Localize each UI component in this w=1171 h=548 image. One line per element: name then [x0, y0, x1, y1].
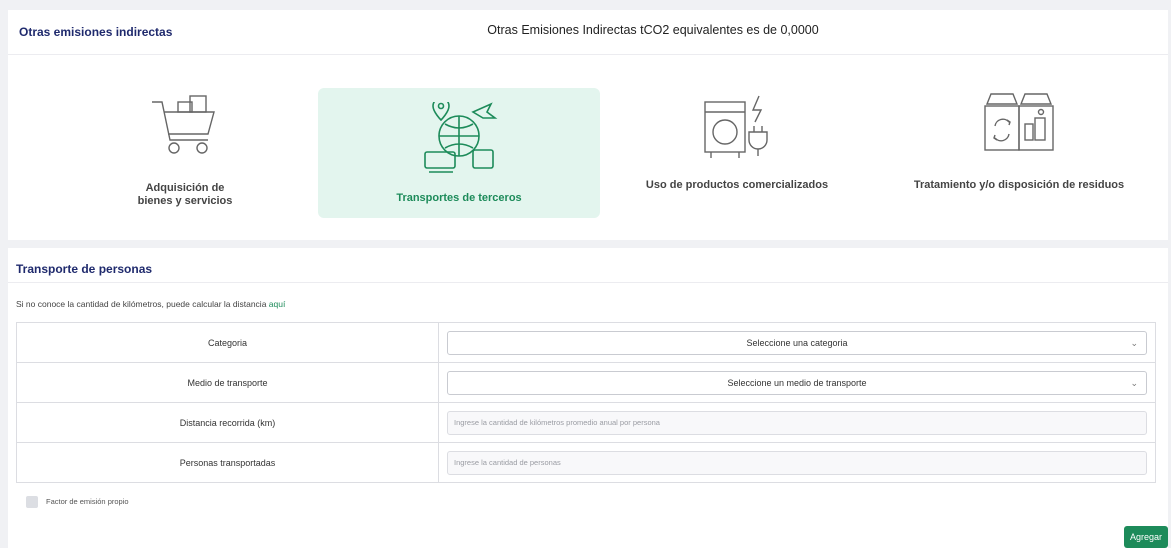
hint-text: Si no conoce la cantidad de kilómetros, …	[16, 299, 269, 309]
recycling-bins-icon	[984, 93, 1054, 151]
page: Otras emisiones indirectas Otras Emision…	[0, 0, 1171, 548]
option-label: Uso de productos comercializados	[645, 179, 829, 191]
option-label: Adquisición de	[145, 182, 225, 194]
calculate-distance-link[interactable]: aquí	[269, 299, 286, 309]
form-row-personas: Personas transportadas Ingrese la cantid…	[16, 442, 1156, 483]
option-label: Transportes de terceros	[396, 192, 522, 204]
card-header: Otras emisiones indirectas Otras Emision…	[8, 10, 1168, 55]
option-label: Tratamiento y/o disposición de residuos	[913, 179, 1125, 191]
checkbox-label: Factor de emisión propio	[46, 496, 129, 506]
option-residuos[interactable]: Tratamiento y/o disposición de residuos	[878, 88, 1160, 216]
personas-input[interactable]: Ingrese la cantidad de personas	[447, 450, 1147, 475]
chevron-down-icon: ⌄	[1130, 377, 1138, 388]
option-transportes[interactable]: Transportes de terceros	[318, 88, 600, 218]
distancia-input[interactable]: Ingrese la cantidad de kilómetros promed…	[447, 410, 1147, 435]
section-header: Transporte de personas	[8, 248, 1168, 283]
option-adquisicion[interactable]: Adquisición de bienes y servicios	[44, 88, 326, 216]
chevron-down-icon: ⌄	[1130, 337, 1138, 348]
medio-transporte-select[interactable]: Seleccione un medio de transporte ⌄	[447, 370, 1147, 395]
form-row-medio: Medio de transporte Seleccione un medio …	[16, 362, 1156, 403]
agregar-button[interactable]: Agregar	[1124, 526, 1168, 548]
washing-machine-plug-icon	[704, 95, 768, 158]
personas-label: Personas transportadas	[16, 442, 439, 483]
factor-checkbox-row: Factor de emisión propio	[26, 496, 129, 508]
factor-emision-checkbox[interactable]	[26, 496, 38, 508]
categoria-select-value: Seleccione una categoria	[746, 337, 848, 348]
transport-form-card: Transporte de personas Si no conoce la c…	[8, 248, 1168, 548]
distancia-label: Distancia recorrida (km)	[16, 402, 439, 443]
emissions-summary: Otras Emisiones Indirectas tCO2 equivale…	[487, 23, 819, 37]
distance-hint: Si no conoce la cantidad de kilómetros, …	[16, 299, 285, 309]
transport-form-table: Categoria Seleccione una categoria ⌄ Med…	[16, 322, 1156, 483]
medio-select-value: Seleccione un medio de transporte	[727, 377, 867, 388]
medio-label: Medio de transporte	[16, 362, 439, 403]
category-options: Adquisición de bienes y servicios Transp…	[8, 64, 1168, 234]
form-row-categoria: Categoria Seleccione una categoria ⌄	[16, 322, 1156, 363]
emissions-category-card: Otras emisiones indirectas Otras Emision…	[8, 10, 1168, 240]
transport-globe-icon	[424, 102, 498, 173]
form-row-distancia: Distancia recorrida (km) Ingrese la cant…	[16, 402, 1156, 443]
option-label: bienes y servicios	[137, 195, 233, 207]
option-uso-productos[interactable]: Uso de productos comercializados	[596, 88, 878, 216]
section-title: Transporte de personas	[16, 262, 153, 276]
categoria-label: Categoria	[16, 322, 439, 363]
categoria-select[interactable]: Seleccione una categoria ⌄	[447, 330, 1147, 355]
shopping-cart-icon	[152, 95, 215, 154]
